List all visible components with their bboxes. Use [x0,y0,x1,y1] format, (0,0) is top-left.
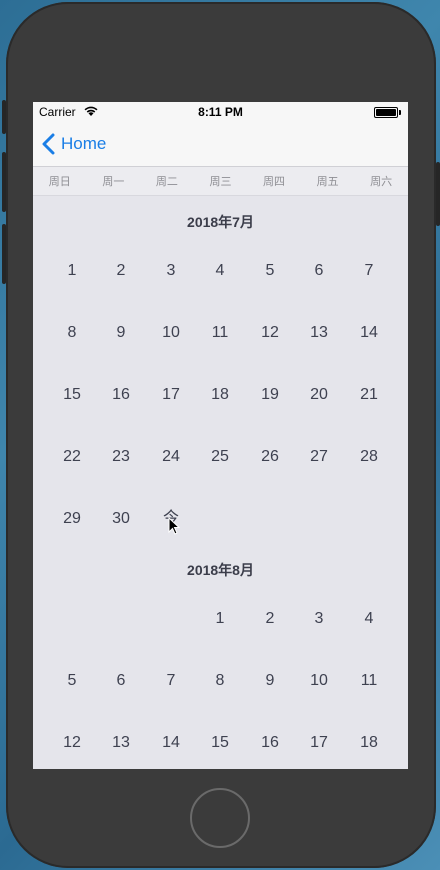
weekday-label: 周六 [370,176,393,188]
weekday-label: 周日 [48,176,71,188]
day-cell[interactable]: 23 [101,442,141,472]
day-cell[interactable]: 8 [200,666,240,696]
day-cell[interactable]: 12 [250,318,290,348]
mute-switch [2,100,6,134]
back-button-label: Home [61,134,107,153]
back-button[interactable]: Home [41,132,106,156]
day-cell[interactable]: 15 [200,728,240,758]
day-cell[interactable]: 1 [52,256,92,286]
home-button[interactable] [190,788,250,848]
day-cell[interactable]: 16 [250,728,290,758]
day-cell[interactable]: 14 [151,728,191,758]
day-cell[interactable]: 7 [151,666,191,696]
day-cell[interactable]: 9 [250,666,290,696]
day-cell[interactable]: 26 [250,442,290,472]
day-cell[interactable]: 17 [151,380,191,410]
day-cell[interactable]: 8 [52,318,92,348]
weekday-label: 周三 [209,176,232,188]
day-cell[interactable]: 3 [299,604,339,634]
month-title: 2018年7月 [187,214,254,230]
day-cell[interactable]: 16 [101,380,141,410]
day-cell[interactable]: 20 [299,380,339,410]
weekday-label: 周一 [102,176,125,188]
day-cell[interactable]: 29 [52,504,92,534]
mouse-pointer-icon [168,517,180,535]
day-cell[interactable]: 22 [52,442,92,472]
volume-up-button [2,152,6,212]
day-cell[interactable]: 13 [299,318,339,348]
day-cell[interactable]: 1 [200,604,240,634]
day-cell[interactable]: 15 [52,380,92,410]
day-cell[interactable]: 6 [101,666,141,696]
day-cell[interactable]: 18 [200,380,240,410]
day-cell[interactable]: 11 [200,318,240,348]
weekday-header: 周日 周一 周二 周三 周四 周五 周六 [33,167,408,196]
day-cell[interactable]: 12 [52,728,92,758]
day-cell[interactable]: 5 [52,666,92,696]
navigation-bar: Home [33,122,408,167]
day-cell[interactable]: 25 [200,442,240,472]
status-bar: Carrier 8:11 PM [33,102,408,122]
day-cell[interactable]: 28 [349,442,389,472]
day-cell[interactable]: 9 [101,318,141,348]
day-cell[interactable]: 18 [349,728,389,758]
day-cell[interactable]: 10 [299,666,339,696]
day-cell[interactable]: 13 [101,728,141,758]
weekday-label: 周二 [155,176,178,188]
day-cell[interactable]: 14 [349,318,389,348]
day-cell[interactable]: 19 [250,380,290,410]
day-cell[interactable]: 2 [250,604,290,634]
day-cell[interactable]: 27 [299,442,339,472]
day-cell[interactable]: 11 [349,666,389,696]
day-cell[interactable]: 30 [101,504,141,534]
volume-down-button [2,224,6,284]
day-cell[interactable]: 17 [299,728,339,758]
day-cell[interactable]: 10 [151,318,191,348]
day-cell[interactable]: 7 [349,256,389,286]
chevron-left-icon [42,133,55,155]
day-cell[interactable]: 5 [250,256,290,286]
day-cell[interactable]: 21 [349,380,389,410]
day-cell[interactable]: 2 [101,256,141,286]
day-cell[interactable]: 3 [151,256,191,286]
screen: Carrier 8:11 PM Home 周日 周一 周二 周三 周四 周五 周… [33,102,408,769]
month-title: 2018年8月 [187,562,254,578]
day-cell[interactable]: 6 [299,256,339,286]
weekday-label: 周五 [316,176,339,188]
battery-icon [374,107,401,118]
power-button [436,162,440,226]
status-time: 8:11 PM [198,105,243,119]
weekday-label: 周四 [263,176,286,188]
day-cell[interactable]: 4 [200,256,240,286]
day-cell[interactable]: 4 [349,604,389,634]
day-cell[interactable]: 24 [151,442,191,472]
